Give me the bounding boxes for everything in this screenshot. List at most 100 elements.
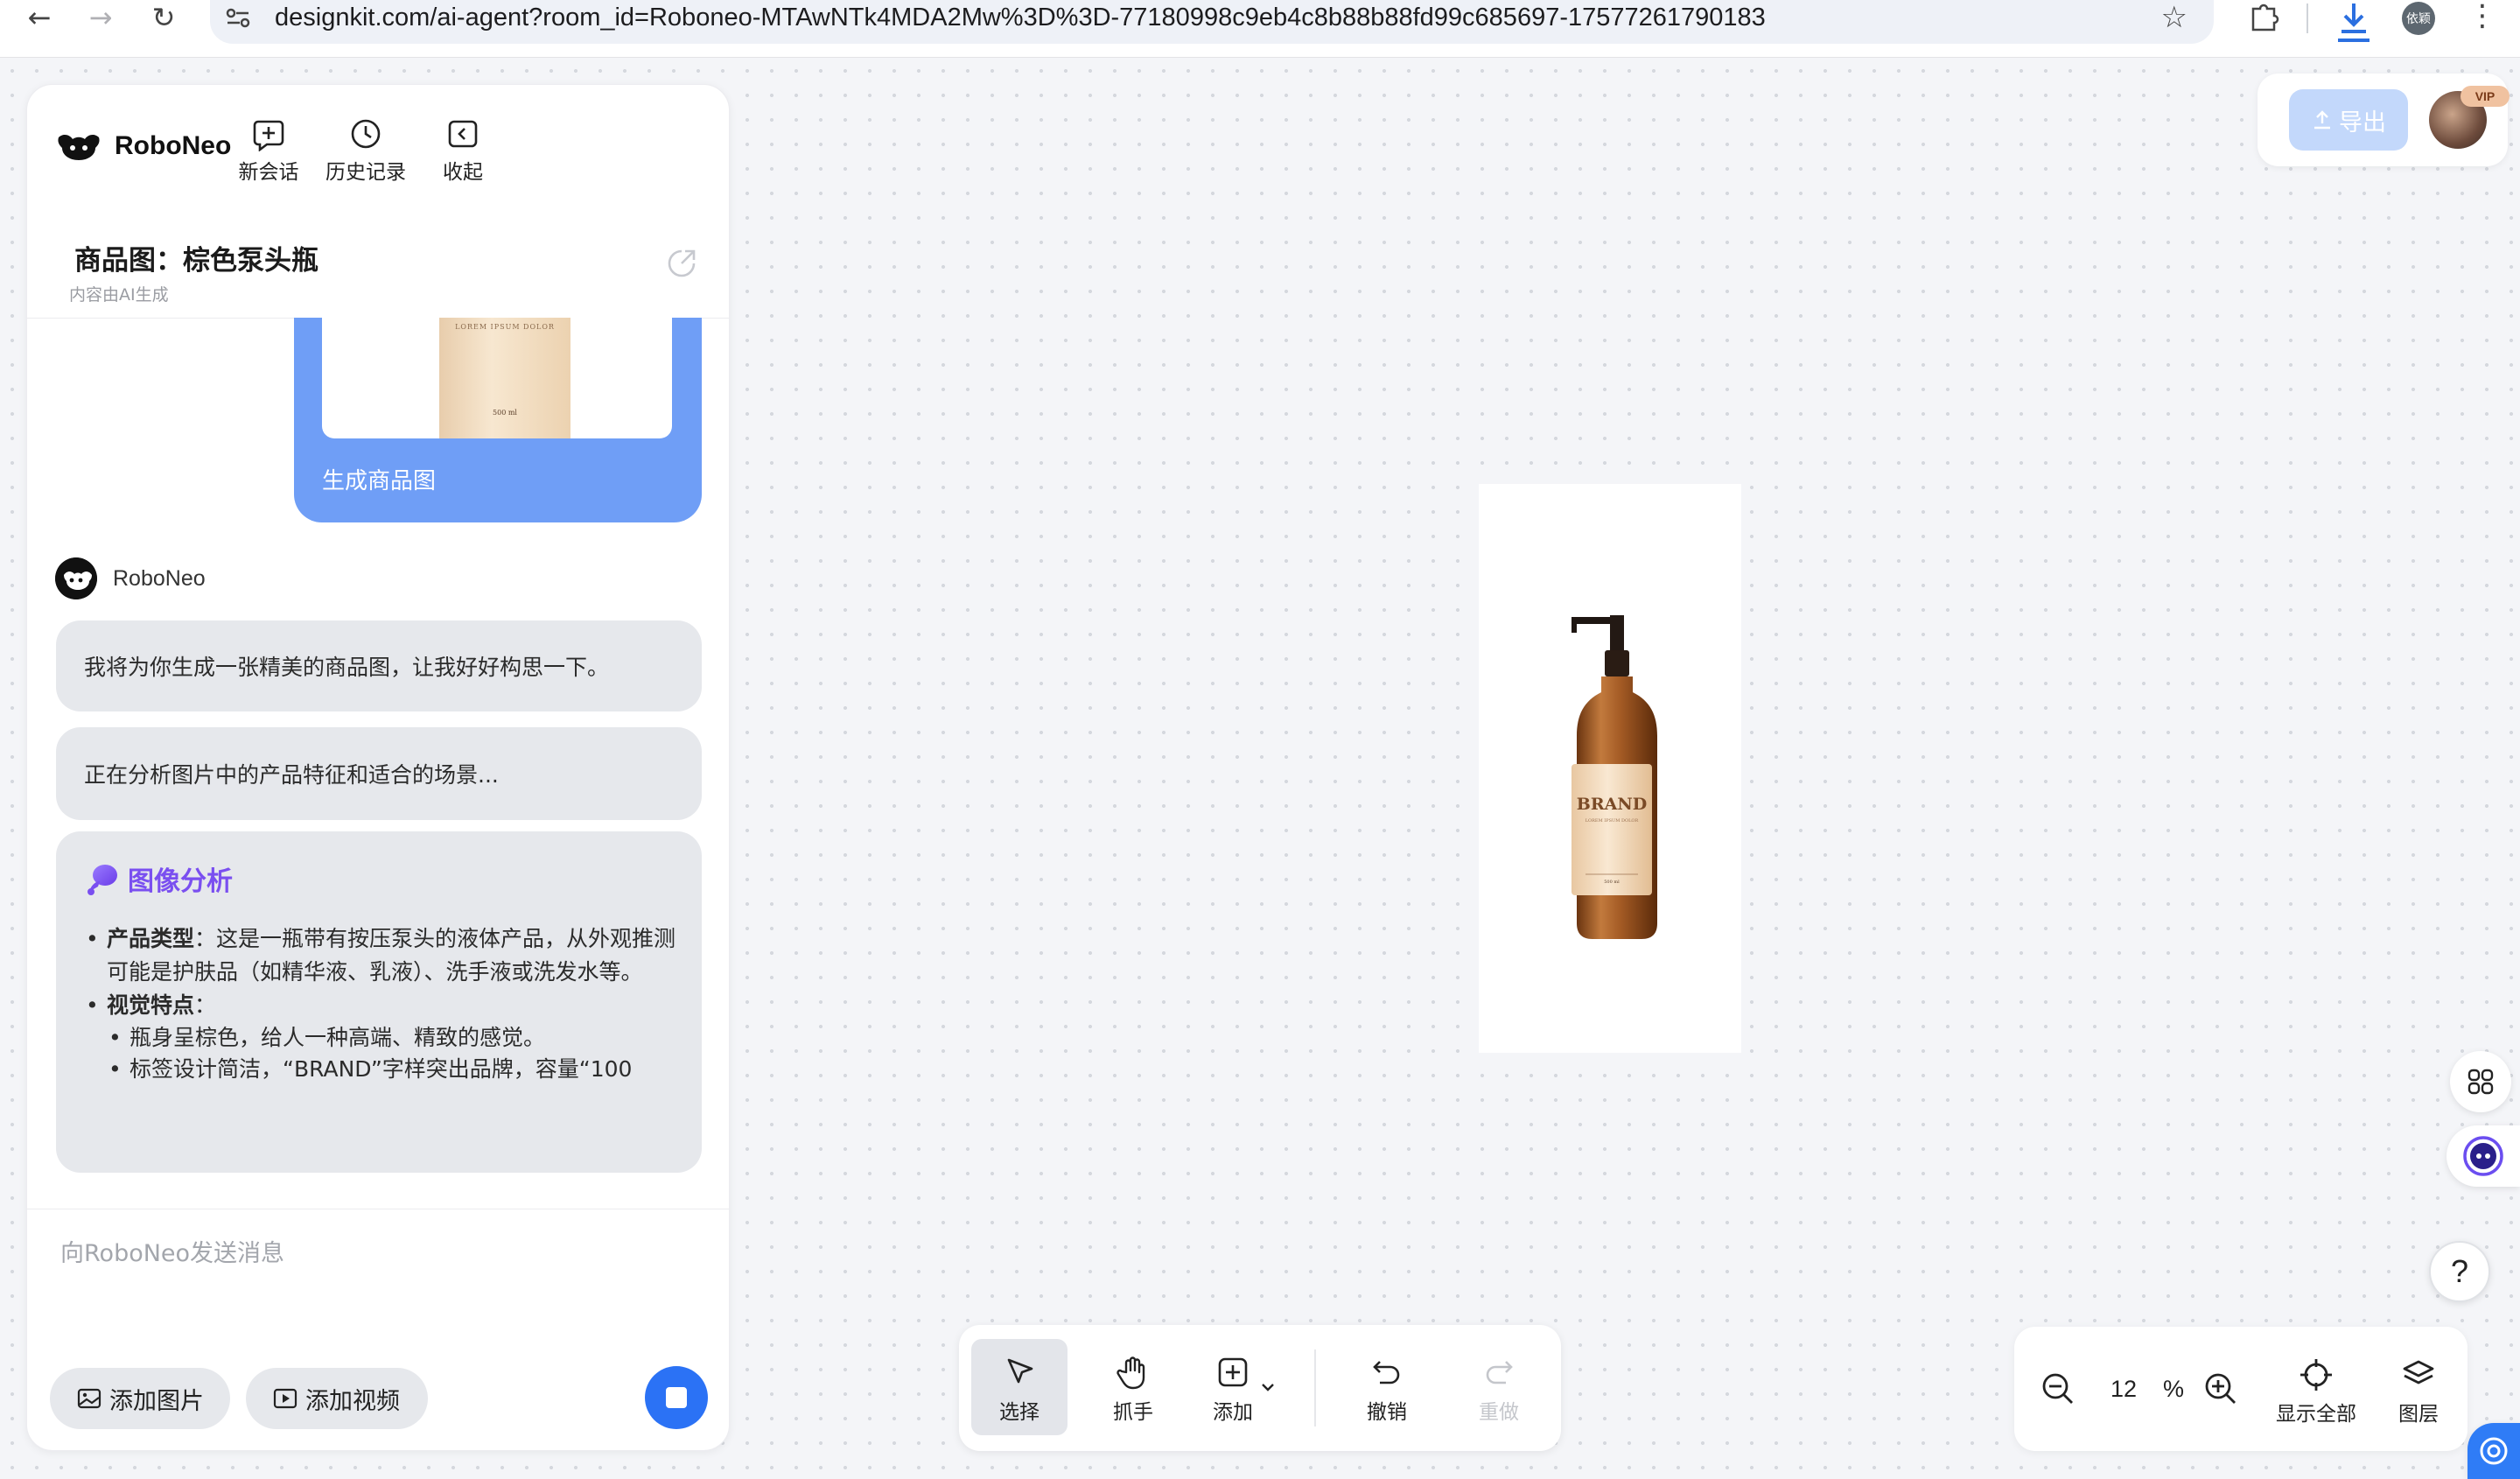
analysis-item-label: 产品类型 — [107, 926, 195, 951]
artboard[interactable]: BRAND LOREM IPSUM DOLOR 500 ml — [1479, 484, 1741, 1053]
toolbar-separator — [2306, 4, 2308, 33]
stop-icon — [666, 1387, 687, 1408]
zoom-level-value[interactable]: 12 — [2110, 1370, 2137, 1407]
conversation-title: 商品图：棕色泵头瓶 — [74, 245, 318, 277]
uploaded-image-thumbnail[interactable]: LOREM IPSUM DOLOR 500 ml — [322, 318, 672, 438]
ai-generated-note: 内容由AI生成 — [69, 285, 169, 305]
back-icon[interactable]: ← — [18, 0, 61, 35]
message-input[interactable] — [60, 1231, 690, 1275]
agent-avatar — [55, 557, 97, 599]
zoom-in-button[interactable] — [2194, 1327, 2247, 1451]
logo-text: RoboNeo — [115, 131, 232, 160]
analysis-header: 图像分析 — [84, 859, 233, 898]
image-analysis-card: 图像分析 产品类型：这是一瓶带有按压泵头的液体产品，从外观推测可能是护肤品（如精… — [56, 831, 702, 1173]
chat-panel: RoboNeo 新会话 历史记录 收起 商品图：棕色泵头瓶 内容由AI生成 LO… — [26, 84, 730, 1451]
add-image-label: 添加图片 — [109, 1387, 204, 1415]
add-tool-label: 添加 — [1213, 1401, 1253, 1424]
stop-generation-button[interactable] — [645, 1366, 708, 1429]
product-brand-text: BRAND — [1577, 795, 1647, 814]
history-clock-icon — [351, 119, 381, 149]
download-icon[interactable] — [2334, 0, 2373, 42]
undo-button[interactable]: 撤销 — [1339, 1339, 1435, 1435]
history-label: 历史记录 — [326, 161, 406, 184]
agent-message: 我将为你生成一张精美的商品图，让我好好构思一下。 — [56, 620, 702, 711]
layers-button[interactable]: 图层 — [2384, 1327, 2454, 1451]
browser-profile-avatar[interactable]: 依颖 — [2402, 2, 2435, 35]
support-icon — [2480, 1437, 2508, 1465]
assistant-bot-button[interactable] — [2446, 1125, 2520, 1187]
collapse-icon — [448, 120, 478, 148]
analysis-title: 图像分析 — [128, 866, 233, 897]
url-text[interactable]: designkit.com/ai-agent?room_id=Roboneo-M… — [275, 0, 1766, 35]
bot-icon — [2463, 1136, 2503, 1176]
thumbnail-label-bottom: 500 ml — [493, 409, 517, 417]
history-button[interactable]: 历史记录 — [322, 116, 410, 185]
hand-icon — [1116, 1356, 1145, 1390]
add-video-button[interactable]: 添加视频 — [246, 1368, 428, 1429]
redo-button[interactable]: 重做 — [1451, 1339, 1547, 1435]
add-image-button[interactable]: 添加图片 — [50, 1368, 230, 1429]
analysis-item: 视觉特点： — [84, 989, 688, 1022]
roboneo-logo-icon — [58, 134, 100, 160]
canvas-toolbar: 选择 抓手 添加 撤销 重做 — [959, 1325, 1561, 1451]
user-message-caption: 生成商品图 — [322, 468, 437, 494]
bookmark-star-icon[interactable]: ☆ — [2161, 0, 2188, 35]
fit-all-icon — [2300, 1359, 2332, 1391]
reload-icon[interactable]: ↻ — [142, 0, 186, 35]
export-panel: 导出 VIP — [2258, 74, 2510, 166]
share-icon[interactable] — [664, 246, 699, 281]
new-chat-label: 新会话 — [238, 161, 299, 184]
help-button[interactable]: ? — [2429, 1241, 2490, 1302]
forward-icon[interactable]: → — [79, 0, 122, 35]
extensions-puzzle-icon[interactable] — [2244, 0, 2283, 35]
layers-icon — [2403, 1360, 2434, 1384]
thumbnail-label-top: LOREM IPSUM DOLOR — [455, 323, 555, 331]
zoom-unit: % — [2163, 1376, 2185, 1402]
agent-header: RoboNeo — [55, 557, 206, 599]
fit-all-label: 显示全部 — [2276, 1403, 2356, 1426]
zoom-out-icon — [2042, 1373, 2073, 1404]
apps-grid-button[interactable] — [2450, 1051, 2511, 1112]
new-chat-icon — [253, 120, 284, 151]
export-label: 导出 — [2339, 109, 2386, 137]
chevron-down-icon[interactable] — [1258, 1377, 1278, 1397]
redo-label: 重做 — [1479, 1401, 1519, 1424]
select-tool-button[interactable]: 选择 — [971, 1339, 1068, 1435]
product-subtext: LOREM IPSUM DOLOR — [1586, 818, 1639, 824]
upload-icon — [2314, 110, 2330, 130]
product-bottle-image[interactable]: BRAND LOREM IPSUM DOLOR 500 ml — [1563, 612, 1659, 944]
grid-icon — [2468, 1069, 2494, 1095]
collapse-button[interactable]: 收起 — [419, 116, 507, 185]
new-chat-button[interactable]: 新会话 — [225, 116, 312, 185]
zoom-in-icon — [2205, 1373, 2236, 1404]
product-volume-text: 500 ml — [1604, 880, 1620, 885]
site-settings-icon[interactable] — [222, 3, 254, 32]
user-message-card[interactable]: LOREM IPSUM DOLOR 500 ml 生成商品图 — [294, 318, 702, 522]
support-corner-button[interactable] — [2468, 1423, 2520, 1479]
browser-menu-icon[interactable]: ⋮ — [2468, 0, 2497, 35]
layers-label: 图层 — [2398, 1403, 2439, 1426]
agent-message: 正在分析图片中的产品特征和适合的场景... — [56, 727, 702, 820]
browser-toolbar: ← → ↻ designkit.com/ai-agent?room_id=Rob… — [0, 0, 2520, 58]
undo-icon — [1373, 1361, 1400, 1384]
vip-badge: VIP — [2460, 86, 2510, 107]
analysis-subitem: 标签设计简洁，“BRAND”字样突出品牌，容量“100 — [84, 1054, 688, 1085]
redo-icon — [1486, 1361, 1513, 1384]
fit-all-button[interactable]: 显示全部 — [2268, 1327, 2364, 1451]
export-button[interactable]: 导出 — [2289, 89, 2408, 151]
video-icon — [273, 1388, 298, 1409]
add-square-icon — [1218, 1357, 1248, 1387]
app-logo[interactable]: RoboNeo — [55, 129, 231, 164]
analysis-item-label: 视觉特点 — [107, 992, 195, 1018]
analysis-item-text: ： — [194, 992, 217, 1018]
add-video-label: 添加视频 — [305, 1387, 400, 1415]
collapse-label: 收起 — [443, 161, 483, 184]
speech-bubble-icon — [88, 865, 117, 895]
agent-name: RoboNeo — [113, 565, 206, 591]
hand-tool-button[interactable]: 抓手 — [1085, 1339, 1181, 1435]
toolbar-separator — [1314, 1349, 1316, 1426]
zoom-out-button[interactable] — [2032, 1327, 2084, 1451]
hand-tool-label: 抓手 — [1113, 1401, 1153, 1424]
select-tool-label: 选择 — [999, 1401, 1040, 1424]
address-bar[interactable]: designkit.com/ai-agent?room_id=Roboneo-M… — [210, 0, 2214, 44]
